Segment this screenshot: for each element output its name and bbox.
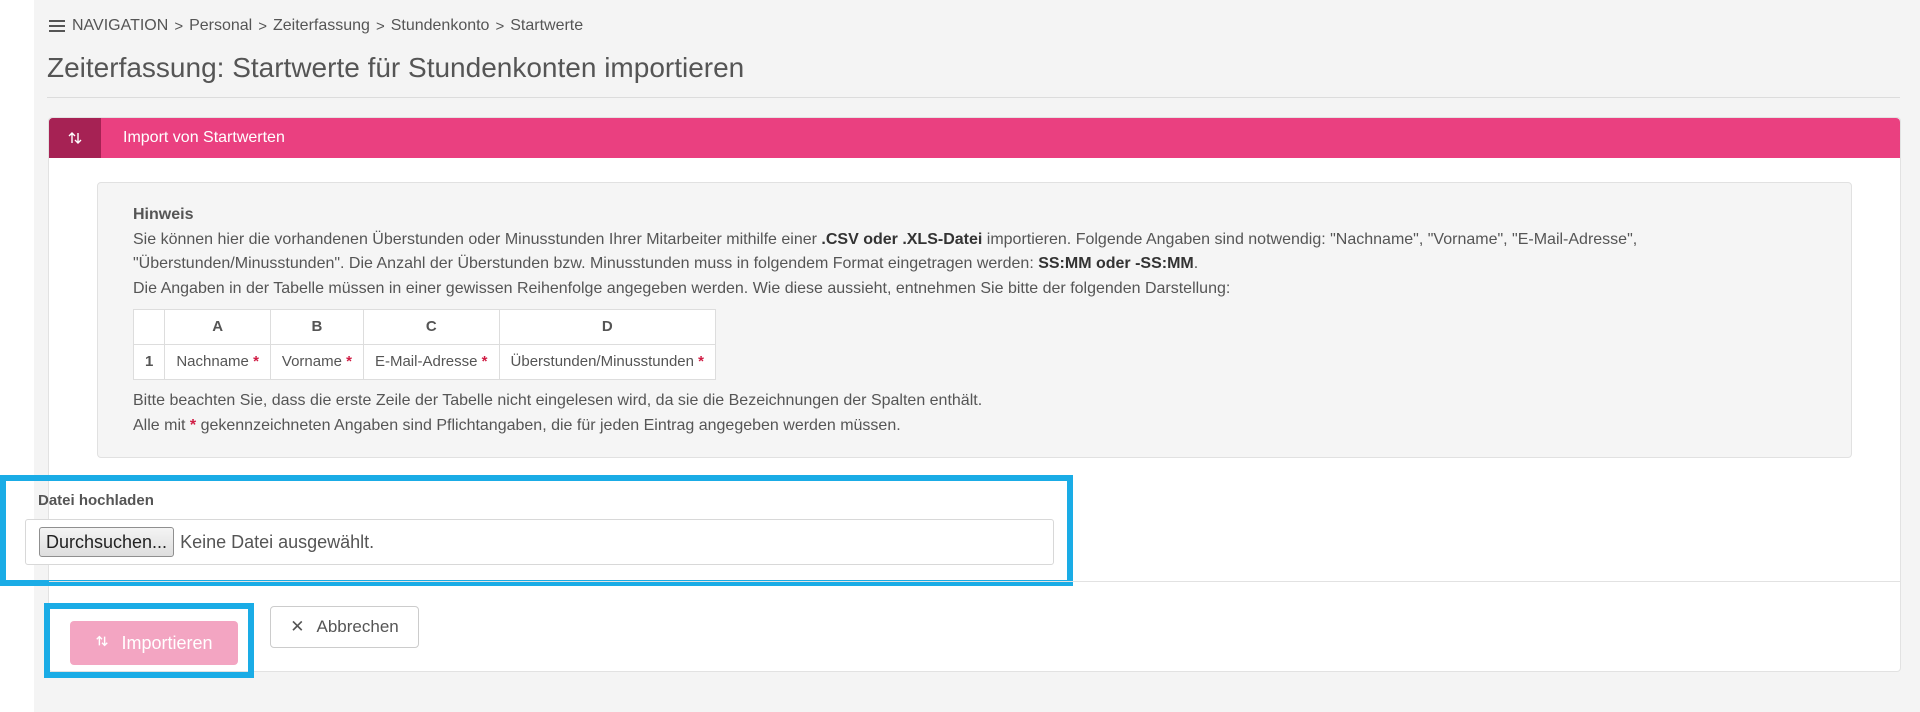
table-row: 1 Nachname * Vorname * E-Mail-Adresse * … bbox=[132, 344, 716, 380]
hint-required-note: Alle mit * gekennzeichneten Angaben sind… bbox=[133, 414, 1851, 439]
table-header-cell bbox=[132, 309, 166, 345]
table-cell: Nachname * bbox=[164, 344, 271, 380]
import-button-label: Importieren bbox=[121, 632, 213, 653]
file-upload-input[interactable]: Durchsuchen... Keine Datei ausgewählt. bbox=[25, 519, 1054, 565]
panel-title: Import von Startwerten bbox=[123, 129, 285, 146]
table-cell-text: Überstunden/Minusstunden bbox=[510, 352, 694, 370]
table-cell-text: E-Mail-Adresse bbox=[374, 352, 478, 370]
cancel-button[interactable]: ✕ Abbrechen bbox=[270, 606, 419, 648]
hint-text-part: Sie können hier die vorhandenen Überstun… bbox=[133, 230, 822, 248]
hamburger-menu-icon[interactable] bbox=[49, 20, 65, 32]
hint-text-part: . bbox=[1193, 255, 1199, 272]
breadcrumb-startwerte: Startwerte bbox=[510, 17, 584, 34]
upload-label: Datei hochladen bbox=[38, 492, 154, 509]
breadcrumb-personal[interactable]: Personal bbox=[189, 17, 252, 35]
hint-file-types: .CSV oder .XLS-Datei bbox=[821, 230, 983, 248]
hint-order-text: Die Angaben in der Tabelle müssen in ein… bbox=[133, 279, 1231, 297]
table-cell-text: Nachname bbox=[176, 352, 249, 370]
table-header-cell: C bbox=[362, 309, 500, 345]
table-header-cell: D bbox=[498, 309, 716, 345]
title-divider bbox=[47, 97, 1900, 98]
hint-title: Hinweis bbox=[133, 206, 194, 223]
table-row-number: 1 bbox=[132, 344, 166, 380]
table-header-cell: A bbox=[164, 309, 271, 345]
column-format-table: A B C D 1 Nachname * Vorname * E-Mail-Ad… bbox=[132, 309, 716, 380]
table-cell: Vorname * bbox=[269, 344, 364, 380]
required-marker: * bbox=[253, 352, 259, 370]
import-arrows-icon bbox=[95, 634, 109, 653]
breadcrumb-stundenkonto[interactable]: Stundenkonto bbox=[391, 17, 490, 35]
table-header-row: A B C D bbox=[132, 309, 716, 345]
breadcrumb-separator: > bbox=[495, 17, 505, 35]
hint-box: Hinweis Sie können hier die vorhandenen … bbox=[97, 182, 1852, 458]
table-cell-text: Vorname bbox=[281, 352, 342, 370]
page-title: Zeiterfassung: Startwerte für Stundenkon… bbox=[47, 52, 745, 83]
hint-text: Sie können hier die vorhandenen Überstun… bbox=[133, 228, 1851, 277]
table-header-cell: B bbox=[269, 309, 364, 345]
close-icon: ✕ bbox=[290, 617, 305, 636]
hint-text-part: gekennzeichneten Angaben sind Pflichtang… bbox=[196, 416, 901, 434]
panel-header: Import von Startwerten bbox=[49, 118, 1900, 158]
hint-first-row-note: Bitte beachten Sie, dass die erste Zeile… bbox=[133, 392, 983, 409]
required-marker: * bbox=[698, 352, 704, 370]
breadcrumb-zeiterfassung[interactable]: Zeiterfassung bbox=[273, 17, 370, 35]
breadcrumb: NAVIGATION > Personal > Zeiterfassung > … bbox=[49, 17, 583, 35]
import-button[interactable]: Importieren bbox=[70, 621, 238, 665]
hint-time-format: SS:MM oder -SS:MM bbox=[1038, 255, 1194, 272]
breadcrumb-separator: > bbox=[174, 17, 184, 35]
required-marker: * bbox=[346, 352, 352, 370]
import-arrows-icon bbox=[49, 118, 101, 158]
footer-divider bbox=[49, 581, 1901, 582]
browse-button[interactable]: Durchsuchen... bbox=[39, 527, 175, 557]
hint-text-part: Alle mit bbox=[133, 416, 190, 434]
breadcrumb-separator: > bbox=[375, 17, 385, 35]
breadcrumb-navigation[interactable]: NAVIGATION bbox=[72, 17, 168, 35]
table-cell: E-Mail-Adresse * bbox=[362, 344, 500, 380]
required-marker: * bbox=[481, 352, 488, 370]
table-cell: Überstunden/Minusstunden * bbox=[498, 344, 716, 380]
cancel-button-label: Abbrechen bbox=[316, 617, 399, 636]
no-file-selected-text: Keine Datei ausgewählt. bbox=[180, 531, 375, 552]
breadcrumb-separator: > bbox=[258, 17, 267, 35]
